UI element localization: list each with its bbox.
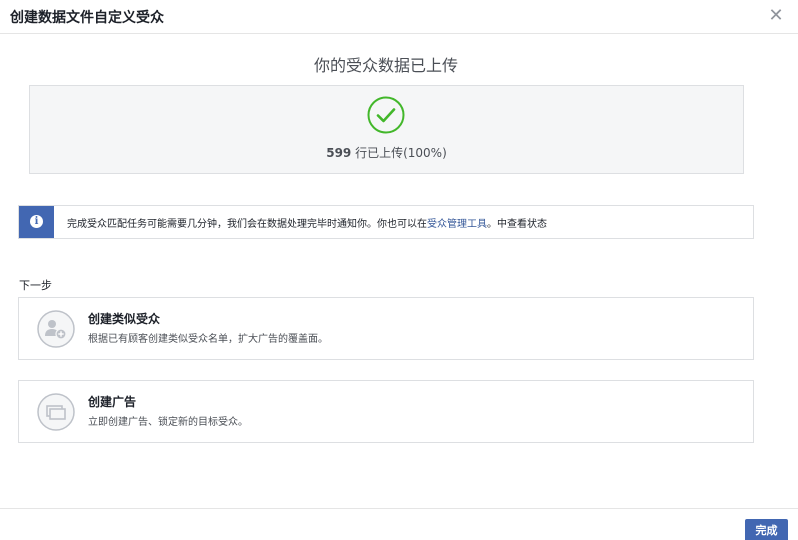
upload-row-count: 599 [326, 146, 352, 160]
upload-status-label: 行已上传(100%) [351, 146, 447, 160]
create-lookalike-audience-card[interactable]: 创建类似受众 根据已有顾客创建类似受众名单，扩大广告的覆盖面。 [18, 297, 754, 360]
check-circle-icon [367, 96, 405, 134]
upload-heading: 你的受众数据已上传 [313, 56, 458, 75]
dialog-title: 创建数据文件自定义受众 [10, 10, 164, 26]
info-icon-bar: i [19, 206, 54, 238]
upload-status-text: 599 行已上传(100%) [30, 144, 743, 161]
dialog-header: 创建数据文件自定义受众 ✕ [0, 0, 798, 34]
next-steps-label: 下一步 [19, 279, 52, 292]
lookalike-audience-icon [37, 310, 75, 348]
card-title: 创建广告 [88, 395, 137, 409]
info-text-before: 完成受众匹配任务可能需要几分钟，我们会在数据处理完毕时通知你。你也可以在 [67, 219, 427, 230]
close-icon[interactable]: ✕ [766, 6, 786, 26]
audience-manager-link[interactable]: 受众管理工具 [427, 219, 487, 230]
dialog-footer [0, 508, 798, 540]
create-ad-card[interactable]: 创建广告 立即创建广告、锁定新的目标受众。 [18, 380, 754, 443]
info-text: 完成受众匹配任务可能需要几分钟，我们会在数据处理完毕时通知你。你也可以在受众管理… [67, 215, 547, 230]
info-icon: i [30, 215, 43, 228]
card-description: 立即创建广告、锁定新的目标受众。 [88, 417, 248, 428]
card-title: 创建类似受众 [88, 312, 161, 326]
upload-status-panel: 599 行已上传(100%) [29, 85, 744, 174]
info-text-after: 。中查看状态 [487, 219, 547, 230]
create-ad-icon [37, 393, 75, 431]
info-notice: i 完成受众匹配任务可能需要几分钟，我们会在数据处理完毕时通知你。你也可以在受众… [18, 205, 754, 239]
done-button[interactable]: 完成 [745, 519, 788, 540]
card-description: 根据已有顾客创建类似受众名单，扩大广告的覆盖面。 [88, 334, 328, 345]
